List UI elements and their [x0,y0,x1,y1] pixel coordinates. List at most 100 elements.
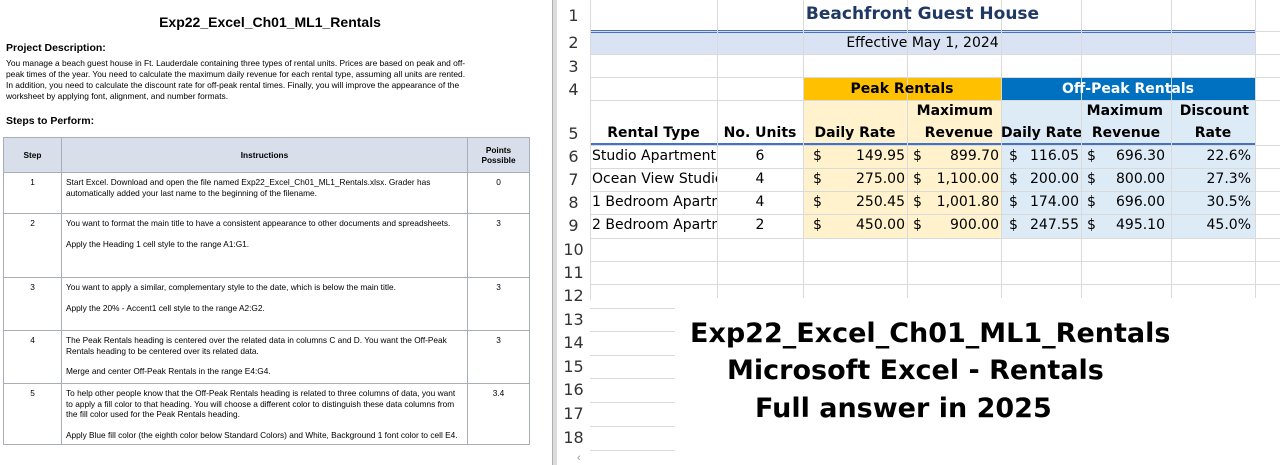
step-number: 5 [3,383,62,445]
header-rental-type[interactable]: Rental Type [590,122,717,145]
cell-discount-rate[interactable]: 45.0% [1171,214,1251,237]
cell-daily-rate[interactable]: 149.95 [827,145,905,168]
instruction-paragraph: Apply Blue fill color (the eighth color … [66,429,458,440]
row-header[interactable]: 4 [557,78,590,101]
document-title: Exp22_Excel_Ch01_ML1_Rentals [159,14,381,30]
watermark-overlay: Exp22_Excel_Ch01_ML1_Rentals Microsoft E… [675,298,1280,465]
cell-currency-sign[interactable]: $ [913,214,927,237]
cell-offpeak-maximum-revenue[interactable]: 696.00 [1101,191,1165,214]
cell-offpeak-daily-rate[interactable]: 247.55 [1023,214,1079,237]
scroll-left-icon[interactable]: ‹ [577,452,589,465]
row-header[interactable]: 8 [557,191,590,214]
cell-currency-sign[interactable]: $ [1009,145,1023,168]
header-revenue[interactable]: Revenue [907,122,993,145]
cell-offpeak-maximum-revenue[interactable]: 495.10 [1101,214,1165,237]
cell-currency-sign[interactable]: $ [1087,191,1101,214]
row-header[interactable]: 6 [557,145,590,168]
cell-rental-type[interactable]: 1 Bedroom Apartm [592,191,717,214]
cell-daily-rate[interactable]: 275.00 [827,168,905,191]
step-points: 3 [467,213,530,278]
cell-offpeak-daily-rate[interactable]: 200.00 [1023,168,1079,191]
row-header[interactable]: 2 [557,31,590,54]
cell-currency-sign[interactable]: $ [813,145,827,168]
cell-discount-rate[interactable]: 27.3% [1171,168,1251,191]
description-line: You manage a beach guest house in Ft. La… [6,58,466,68]
cell-currency-sign[interactable]: $ [1009,168,1023,191]
cell-maximum-revenue[interactable]: 1,001.80 [927,191,999,214]
row-header[interactable]: 14 [557,331,590,354]
cell-no-units[interactable]: 2 [717,214,803,237]
row-header[interactable]: 18 [557,426,590,449]
instruction-paragraph: Merge and center Off-Peak Rentals in the… [66,366,271,376]
row-header[interactable]: 5 [557,122,590,145]
header-discount[interactable]: Discount [1171,100,1249,123]
cell-no-units[interactable]: 4 [717,168,803,191]
cell-currency-sign[interactable]: $ [1087,214,1101,237]
step-points: 3 [467,330,530,384]
row-header[interactable]: 13 [557,308,590,331]
cell-currency-sign[interactable]: $ [1087,168,1101,191]
row-header[interactable]: 3 [557,55,590,78]
cell-currency-sign[interactable]: $ [1009,214,1023,237]
row-gridline [590,284,1280,285]
cell-offpeak-daily-rate[interactable]: 116.05 [1023,145,1079,168]
step-instructions: To help other people know that the Off-P… [61,383,468,445]
instruction-paragraph: Apply the Heading 1 cell style to the ra… [66,238,250,249]
peak-rentals-heading[interactable]: Peak Rentals [803,78,1001,101]
step-number: 4 [3,330,62,384]
cell-currency-sign[interactable]: $ [1009,191,1023,214]
cell-offpeak-maximum-revenue[interactable]: 696.30 [1101,145,1165,168]
header-offpeak-daily-rate[interactable]: Daily Rate [1001,122,1081,145]
sheet-date[interactable]: Effective May 1, 2024 [590,32,1255,55]
cell-no-units[interactable]: 4 [717,191,803,214]
cell-rental-type[interactable]: Studio Apartment [592,145,717,168]
cell-currency-sign[interactable]: $ [913,145,927,168]
sheet-title[interactable]: Beachfront Guest House [590,3,1255,26]
cell-no-units[interactable]: 6 [717,145,803,168]
cell-daily-rate[interactable]: 450.00 [827,214,905,237]
cell-daily-rate[interactable]: 250.45 [827,191,905,214]
row-header[interactable]: 12 [557,284,590,307]
step-points: 0 [467,172,530,214]
cell-currency-sign[interactable]: $ [813,214,827,237]
cell-maximum-revenue[interactable]: 1,100.00 [927,168,999,191]
cell-offpeak-maximum-revenue[interactable]: 800.00 [1101,168,1165,191]
header-daily-rate[interactable]: Daily Rate [803,122,907,145]
steps-heading: Steps to Perform: [6,115,95,127]
row-header[interactable]: 11 [557,261,590,284]
cell-offpeak-daily-rate[interactable]: 174.00 [1023,191,1079,214]
header-offpeak-revenue[interactable]: Revenue [1081,122,1171,145]
cell-currency-sign[interactable]: $ [1087,145,1101,168]
row-header[interactable]: 1 [557,4,590,27]
excel-worksheet[interactable]: 1 2 3 4 5 6 7 8 9 10 11 12 13 14 15 16 17 18 Beachfront G… [557,0,1280,465]
header-offpeak-maximum[interactable]: Maximum [1081,100,1163,123]
cell-maximum-revenue[interactable]: 900.00 [927,214,999,237]
step-row: 4 The Peak Rentals heading is centered ov… [3,330,530,384]
cell-rental-type[interactable]: 2 Bedroom Apartm [592,214,717,237]
row-header[interactable]: 17 [557,402,590,425]
cell-currency-sign[interactable]: $ [813,191,827,214]
row-header[interactable]: 16 [557,378,590,401]
row-header[interactable]: 7 [557,168,590,191]
step-row: 1 Start Excel. Download and open the file… [3,172,530,214]
cell-discount-rate[interactable]: 30.5% [1171,191,1251,214]
row-header[interactable]: 15 [557,355,590,378]
row-header[interactable]: 9 [557,214,590,237]
cell-currency-sign[interactable]: $ [913,191,927,214]
header-no-units[interactable]: No. Units [717,122,803,145]
header-maximum[interactable]: Maximum [907,100,993,123]
cell-currency-sign[interactable]: $ [913,168,927,191]
instruction-paragraph: You want to format the main title to hav… [66,218,451,228]
instruction-paragraph: Start Excel. Download and open the file … [66,177,431,198]
step-row: 5 To help other people know that the Off-… [3,383,530,445]
row-header[interactable]: 10 [557,238,590,261]
offpeak-rentals-heading[interactable]: Off-Peak Rentals [1001,78,1255,101]
cell-discount-rate[interactable]: 22.6% [1171,145,1251,168]
row-gridline [590,238,1280,239]
step-points: 3 [467,277,530,331]
header-rate[interactable]: Rate [1171,122,1255,145]
column-gridline [1255,0,1256,300]
cell-currency-sign[interactable]: $ [813,168,827,191]
cell-rental-type[interactable]: Ocean View Studio [592,168,717,191]
cell-maximum-revenue[interactable]: 899.70 [927,145,999,168]
